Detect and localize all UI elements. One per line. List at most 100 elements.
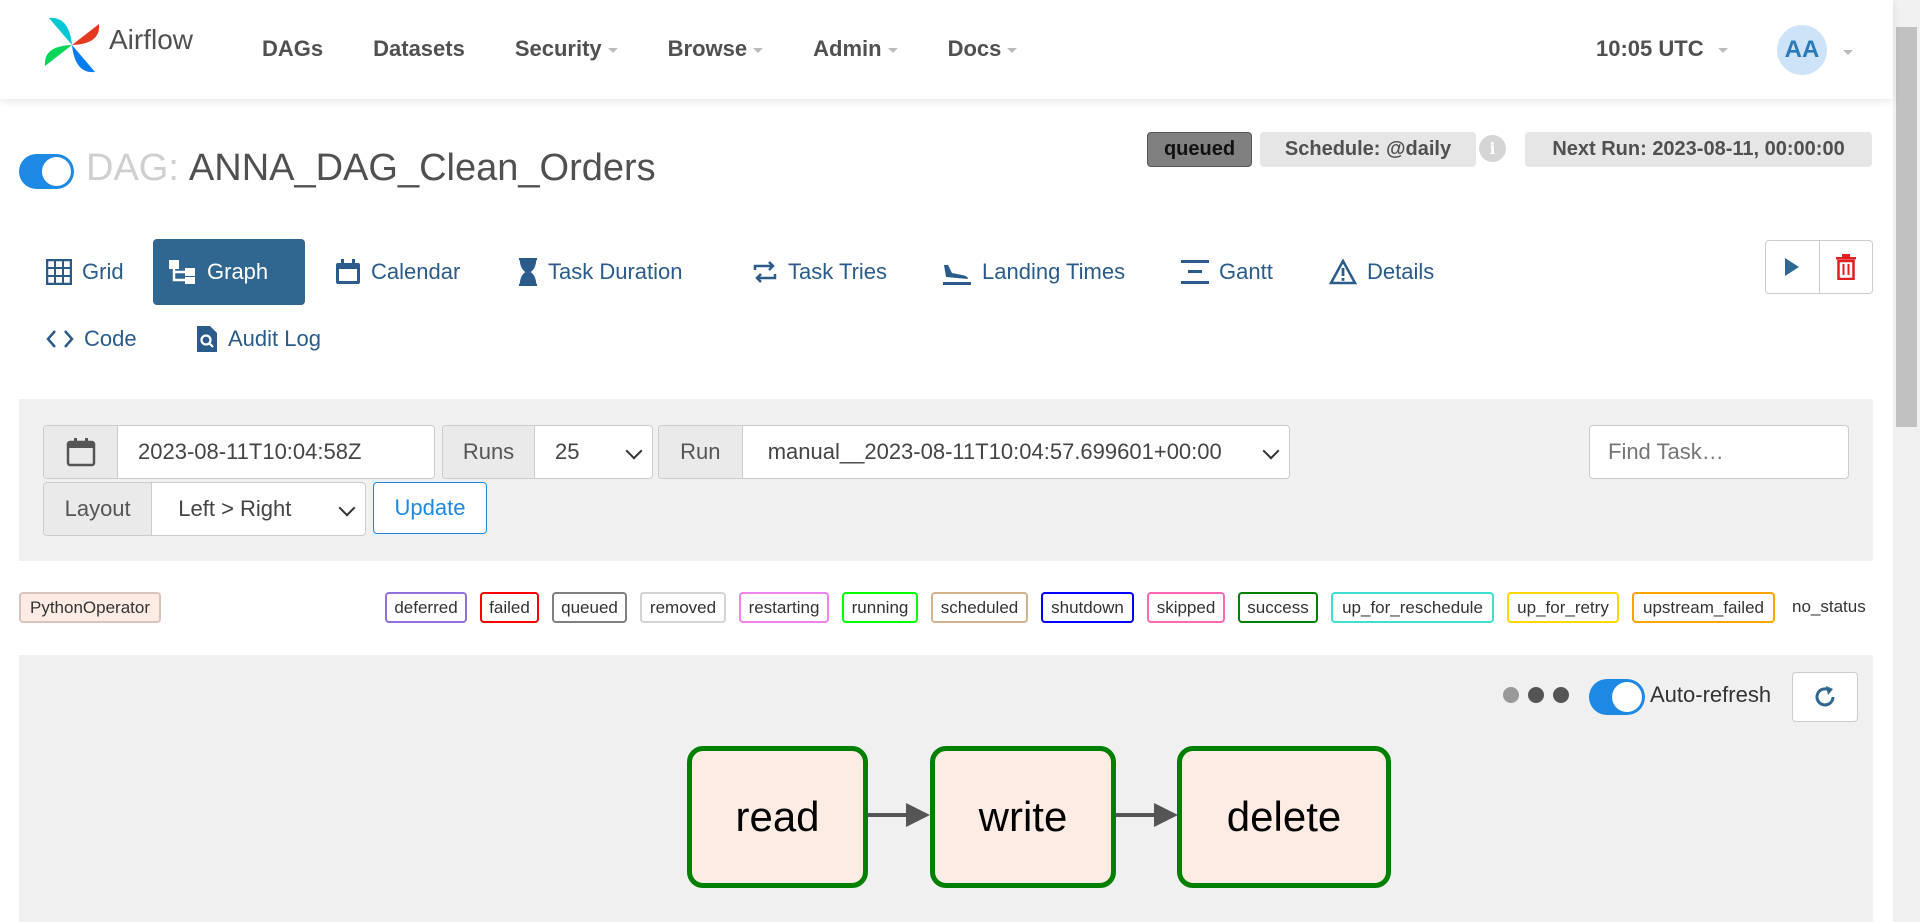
- user-avatar[interactable]: AA: [1777, 25, 1827, 75]
- loading-dots-indicator: [1503, 687, 1578, 703]
- legend-state-skipped[interactable]: skipped: [1147, 592, 1225, 623]
- hourglass-icon: [519, 258, 537, 286]
- task-node-read[interactable]: read: [687, 746, 868, 888]
- tab-grid-label: Grid: [82, 259, 124, 284]
- page-scrollbar[interactable]: [1893, 0, 1920, 922]
- runs-select[interactable]: 25: [535, 426, 652, 478]
- legend-state-failed[interactable]: failed: [480, 592, 539, 623]
- legend-state-shutdown[interactable]: shutdown: [1041, 592, 1134, 623]
- brand-logo-link[interactable]: Airflow: [41, 14, 193, 76]
- tab-landing-times[interactable]: Landing Times: [926, 239, 1141, 305]
- user-menu-caret-icon[interactable]: [1843, 50, 1853, 55]
- legend-state-upstream-failed[interactable]: upstream_failed: [1632, 592, 1775, 623]
- scrollbar-thumb[interactable]: [1896, 27, 1917, 427]
- timezone-clock-dropdown[interactable]: 10:05 UTC: [1596, 36, 1728, 62]
- tab-task-duration[interactable]: Task Duration: [502, 239, 699, 305]
- caret-down-icon: [607, 48, 618, 53]
- trash-icon: [1835, 254, 1856, 280]
- dag-title-prefix: DAG:: [86, 147, 179, 189]
- tab-landing-times-label: Landing Times: [982, 259, 1126, 284]
- tab-task-tries-label: Task Tries: [788, 259, 888, 284]
- legend-state-removed[interactable]: removed: [640, 592, 726, 623]
- nav-datasets-label: Datasets: [373, 36, 465, 61]
- nav-admin-dropdown[interactable]: Admin: [813, 36, 898, 62]
- base-date-calendar-button[interactable]: [44, 426, 118, 478]
- nav-security-dropdown[interactable]: Security: [515, 36, 618, 62]
- nav-admin-label: Admin: [813, 36, 882, 61]
- tab-calendar-label: Calendar: [371, 259, 461, 284]
- auto-refresh-toggle[interactable]: [1589, 679, 1645, 715]
- update-button[interactable]: Update: [373, 482, 487, 534]
- task-node-write[interactable]: write: [930, 746, 1116, 888]
- tab-code[interactable]: Code: [30, 306, 153, 372]
- loading-dot: [1503, 687, 1519, 703]
- find-task-input[interactable]: [1589, 425, 1849, 479]
- tab-graph-label: Graph: [207, 259, 269, 284]
- tab-task-duration-label: Task Duration: [548, 259, 683, 284]
- chevron-down-icon: [1262, 442, 1280, 460]
- legend-state-no-status[interactable]: no_status: [1792, 597, 1866, 617]
- layout-group: Layout Left > Right: [43, 482, 366, 536]
- warning-triangle-icon: [1329, 259, 1357, 285]
- legend-state-success[interactable]: success: [1238, 592, 1318, 623]
- clock-label: 10:05 UTC: [1596, 36, 1704, 61]
- runs-select-value: 25: [555, 439, 580, 464]
- edge-arrowhead: [906, 803, 930, 827]
- airflow-dag-graph-page: Airflow DAGs Datasets Security Browse Ad…: [0, 0, 1920, 922]
- runs-group: Runs 25: [442, 425, 653, 479]
- top-navbar: Airflow DAGs Datasets Security Browse Ad…: [0, 0, 1893, 99]
- dag-state-badge: queued: [1147, 132, 1252, 167]
- dag-action-buttons: [1765, 240, 1873, 294]
- chevron-down-icon: [625, 442, 643, 460]
- trigger-dag-button[interactable]: [1766, 241, 1819, 293]
- info-icon[interactable]: i: [1479, 135, 1506, 162]
- file-search-icon: [197, 326, 217, 352]
- legend-state-running[interactable]: running: [842, 592, 918, 623]
- grid-icon: [46, 259, 72, 285]
- nav-browse-dropdown[interactable]: Browse: [667, 36, 764, 62]
- nav-datasets[interactable]: Datasets: [373, 36, 465, 62]
- base-date-input[interactable]: 2023-08-11T10:04:58Z: [118, 426, 434, 478]
- delete-dag-button[interactable]: [1818, 241, 1872, 293]
- legend-state-queued[interactable]: queued: [552, 592, 627, 623]
- calendar-icon: [66, 438, 95, 467]
- dag-pause-toggle[interactable]: [19, 154, 74, 189]
- schedule-badge[interactable]: Schedule: @daily: [1260, 132, 1476, 167]
- tab-gantt-label: Gantt: [1219, 259, 1273, 284]
- dag-title: DAG: ANNA_DAG_Clean_Orders: [86, 147, 656, 190]
- task-node-delete[interactable]: delete: [1177, 746, 1391, 888]
- nav-security-label: Security: [514, 36, 602, 61]
- tab-grid[interactable]: Grid: [30, 239, 140, 305]
- main-nav: DAGs Datasets Security Browse Admin Docs: [262, 36, 1067, 62]
- layout-label: Layout: [44, 483, 153, 535]
- legend-state-up-for-reschedule[interactable]: up_for_reschedule: [1331, 592, 1494, 623]
- plane-landing-icon: [943, 265, 971, 285]
- loading-dot: [1553, 687, 1569, 703]
- caret-down-icon: [753, 48, 764, 53]
- run-select[interactable]: manual__2023-08-11T10:04:57.699601+00:00: [743, 426, 1289, 478]
- run-label: Run: [659, 426, 743, 478]
- legend-operator-pythonoperator[interactable]: PythonOperator: [19, 592, 161, 623]
- run-group: Run manual__2023-08-11T10:04:57.699601+0…: [658, 425, 1290, 479]
- refresh-button[interactable]: [1792, 672, 1858, 722]
- nav-docs-dropdown[interactable]: Docs: [948, 36, 1018, 62]
- tab-graph[interactable]: Graph: [153, 239, 305, 305]
- nav-browse-label: Browse: [667, 36, 748, 61]
- calendar-icon: [336, 259, 360, 284]
- airflow-pinwheel-icon: [44, 17, 100, 73]
- tab-calendar[interactable]: Calendar: [319, 239, 476, 305]
- legend-state-deferred[interactable]: deferred: [385, 592, 467, 623]
- tab-task-tries[interactable]: Task Tries: [736, 239, 903, 305]
- tab-details-label: Details: [1367, 259, 1435, 284]
- legend-state-up-for-retry[interactable]: up_for_retry: [1507, 592, 1619, 623]
- layout-select[interactable]: Left > Right: [152, 483, 365, 535]
- dag-name[interactable]: ANNA_DAG_Clean_Orders: [189, 147, 656, 190]
- legend-state-scheduled[interactable]: scheduled: [931, 592, 1028, 623]
- tab-audit-log[interactable]: Audit Log: [180, 306, 337, 372]
- tab-audit-log-label: Audit Log: [228, 326, 321, 351]
- tab-details[interactable]: Details: [1313, 239, 1450, 305]
- tab-gantt[interactable]: Gantt: [1165, 239, 1289, 305]
- legend-state-restarting[interactable]: restarting: [739, 592, 829, 623]
- nav-dags[interactable]: DAGs: [262, 36, 323, 62]
- graph-filter-panel: [19, 399, 1873, 561]
